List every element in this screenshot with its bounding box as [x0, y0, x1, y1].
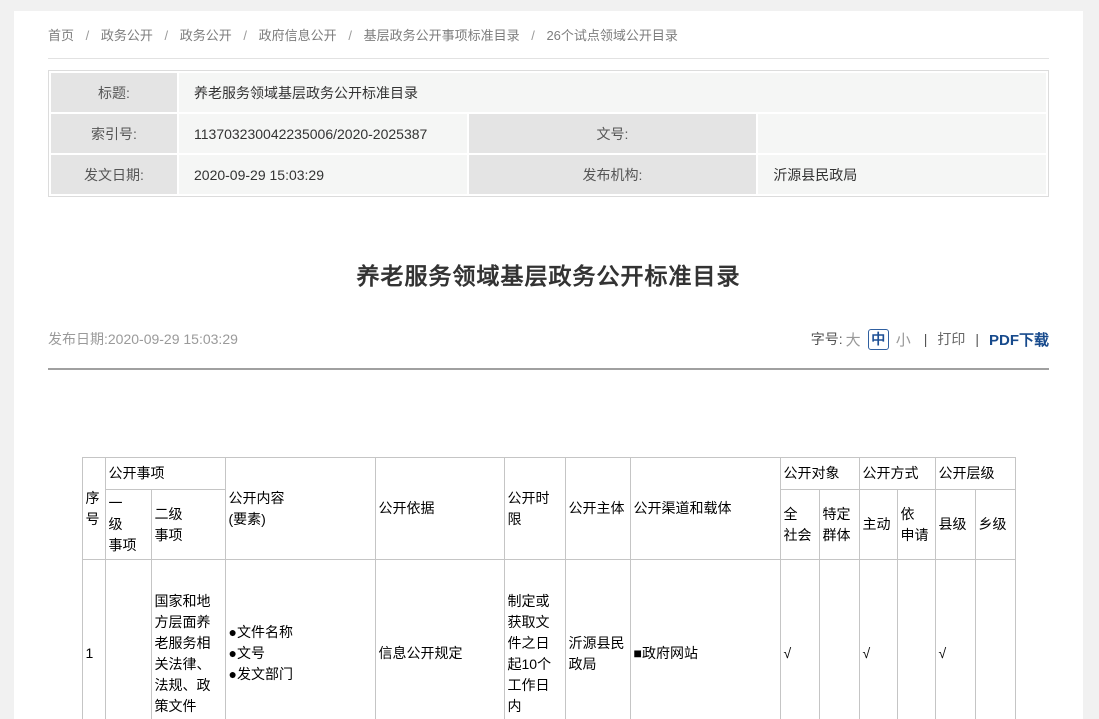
- meta-doc-number-label: 文号:: [469, 114, 757, 153]
- th-subject: 公开主体: [565, 458, 630, 560]
- meta-title-value: 养老服务领域基层政务公开标准目录: [179, 73, 1046, 112]
- meta-row-date: 发文日期: 2020-09-29 15:03:29 发布机构: 沂源县民政局: [51, 155, 1046, 194]
- cell-subject: 沂源县民 政局: [565, 560, 630, 719]
- toolbar-divider: |: [924, 331, 928, 347]
- th-county: 县级: [935, 490, 975, 560]
- publish-date-label: 发布日期:: [48, 331, 108, 347]
- separator-line-dark: [48, 368, 1049, 370]
- cell-channels: ■政府网站: [630, 560, 780, 719]
- cell-on-request: [897, 560, 935, 719]
- th-proactive: 主动: [859, 490, 897, 560]
- th-level1: 一 级 事项: [105, 490, 151, 560]
- th-audience: 公开对象: [780, 458, 859, 490]
- publish-date-value: 2020-09-29 15:03:29: [108, 331, 238, 347]
- breadcrumb-zhengwu-gongkai-2[interactable]: 政务公开: [180, 28, 232, 43]
- breadcrumb-separator: /: [531, 28, 535, 43]
- th-content: 公开内容 (要素): [225, 458, 375, 560]
- cell-level2: 国家和地 方层面养 老服务相 关法律、 法规、政 策文件: [151, 560, 225, 719]
- meta-agency-value: 沂源县民政局: [758, 155, 1046, 194]
- content-container: 首页 / 政务公开 / 政务公开 / 政府信息公开 / 基层政务公开事项标准目录…: [14, 11, 1083, 719]
- cell-time-limit: 制定或 获取文 件之日 起10个 工作日 内: [504, 560, 565, 719]
- cell-basis: 信息公开规定: [375, 560, 504, 719]
- cell-township: [975, 560, 1015, 719]
- disclosure-standard-table: 序 号 公开事项 公开内容 (要素) 公开依据 公开时 限 公开主体 公开渠道和…: [82, 457, 1016, 719]
- th-time-limit: 公开时 限: [504, 458, 565, 560]
- th-township: 乡级: [975, 490, 1015, 560]
- meta-doc-number-value: [758, 114, 1046, 153]
- th-method: 公开方式: [859, 458, 935, 490]
- font-size-label: 字号:: [811, 329, 843, 349]
- table-row: 1 国家和地 方层面养 老服务相 关法律、 法规、政 策文件 ●文件名称 ●文号…: [82, 560, 1015, 719]
- font-size-medium-button[interactable]: 中: [868, 329, 889, 350]
- font-size-small-button[interactable]: 小: [896, 329, 911, 350]
- cell-seq: 1: [82, 560, 105, 719]
- table-header-row-1: 序 号 公开事项 公开内容 (要素) 公开依据 公开时 限 公开主体 公开渠道和…: [82, 458, 1015, 490]
- font-size-large-button[interactable]: 大: [846, 329, 861, 350]
- breadcrumb-pilot-catalog[interactable]: 26个试点领域公开目录: [546, 28, 677, 43]
- meta-index-label: 索引号:: [51, 114, 177, 153]
- font-size-tools: 字号: 大 中 小 | 打印 | PDF下载: [811, 329, 1049, 350]
- cell-specific-group: [819, 560, 859, 719]
- breadcrumb-separator: /: [165, 28, 169, 43]
- breadcrumb: 首页 / 政务公开 / 政务公开 / 政府信息公开 / 基层政务公开事项标准目录…: [48, 11, 1049, 43]
- breadcrumb-zhengwu-gongkai-1[interactable]: 政务公开: [101, 28, 153, 43]
- cell-content: ●文件名称 ●文号 ●发文部门: [225, 560, 375, 719]
- pdf-download-link[interactable]: PDF下载: [989, 329, 1049, 350]
- breadcrumb-separator: /: [348, 28, 352, 43]
- article-toolbar: 发布日期:2020-09-29 15:03:29 字号: 大 中 小 | 打印 …: [48, 327, 1049, 351]
- breadcrumb-standard-catalog[interactable]: 基层政务公开事项标准目录: [364, 28, 520, 43]
- th-specific-group: 特定 群体: [819, 490, 859, 560]
- meta-row-index: 索引号: 113703230042235006/2020-2025387 文号:: [51, 114, 1046, 153]
- th-seq: 序 号: [82, 458, 105, 560]
- th-open-items: 公开事项: [105, 458, 225, 490]
- cell-county: √: [935, 560, 975, 719]
- th-channels: 公开渠道和载体: [630, 458, 780, 560]
- page-title: 养老服务领域基层政务公开标准目录: [48, 261, 1049, 291]
- th-level2: 二级 事项: [151, 490, 225, 560]
- cell-all-society: √: [780, 560, 819, 719]
- th-level: 公开层级: [935, 458, 1015, 490]
- publish-date: 发布日期:2020-09-29 15:03:29: [48, 329, 238, 349]
- th-basis: 公开依据: [375, 458, 504, 560]
- cell-level1: [105, 560, 151, 719]
- breadcrumb-separator: /: [86, 28, 90, 43]
- document-meta-table: 标题: 养老服务领域基层政务公开标准目录 索引号: 11370323004223…: [48, 70, 1049, 197]
- toolbar-divider: |: [975, 331, 979, 347]
- breadcrumb-separator: /: [243, 28, 247, 43]
- meta-title-label: 标题:: [51, 73, 177, 112]
- th-all-society: 全 社会: [780, 490, 819, 560]
- th-on-request: 依 申请: [897, 490, 935, 560]
- meta-row-title: 标题: 养老服务领域基层政务公开标准目录: [51, 73, 1046, 112]
- meta-issue-date-value: 2020-09-29 15:03:29: [179, 155, 467, 194]
- meta-index-value: 113703230042235006/2020-2025387: [179, 114, 467, 153]
- separator-line: [48, 58, 1049, 59]
- cell-proactive: √: [859, 560, 897, 719]
- breadcrumb-home[interactable]: 首页: [48, 28, 74, 43]
- meta-agency-label: 发布机构:: [469, 155, 757, 194]
- print-button[interactable]: 打印: [937, 329, 965, 349]
- meta-issue-date-label: 发文日期:: [51, 155, 177, 194]
- breadcrumb-govt-info[interactable]: 政府信息公开: [259, 28, 337, 43]
